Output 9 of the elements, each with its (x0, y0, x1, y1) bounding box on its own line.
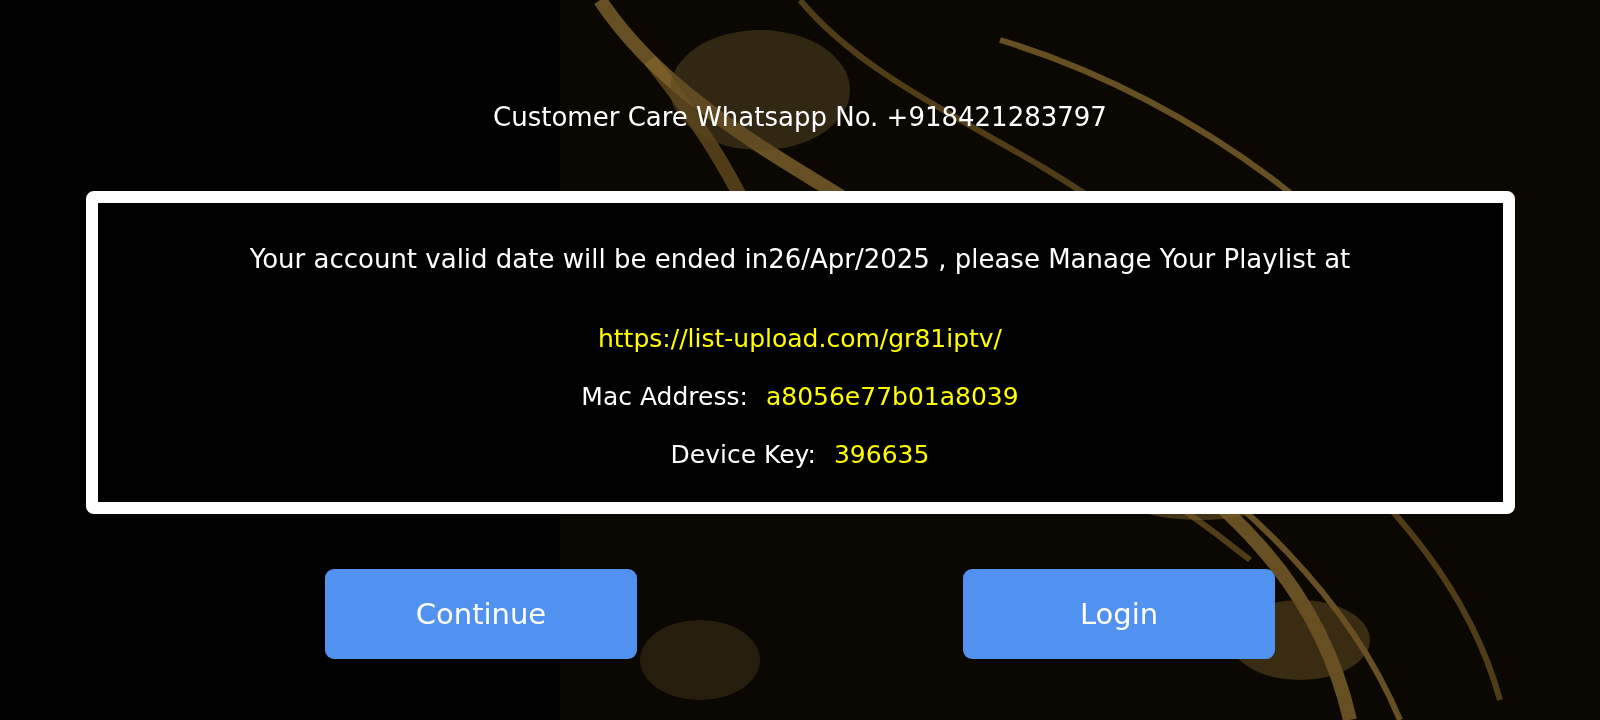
continue-button[interactable]: Continue (325, 569, 637, 659)
field-value: 396635 (833, 439, 930, 471)
contact-text: Customer Care Whatsapp No. +918421283797 (493, 101, 1107, 134)
field-label: Device Key: (670, 439, 816, 471)
field-value: a8056e77b01a8039 (765, 381, 1019, 413)
expiry-message: Your account valid date will be ended in26/Apr/2025 , please Manage Your Playlist at (249, 243, 1351, 276)
login-button[interactable]: Login (963, 569, 1275, 659)
field-label: Mac Address: (581, 381, 748, 413)
playlist-url[interactable]: https://list-upload.com/gr81iptv/ (597, 319, 1003, 359)
